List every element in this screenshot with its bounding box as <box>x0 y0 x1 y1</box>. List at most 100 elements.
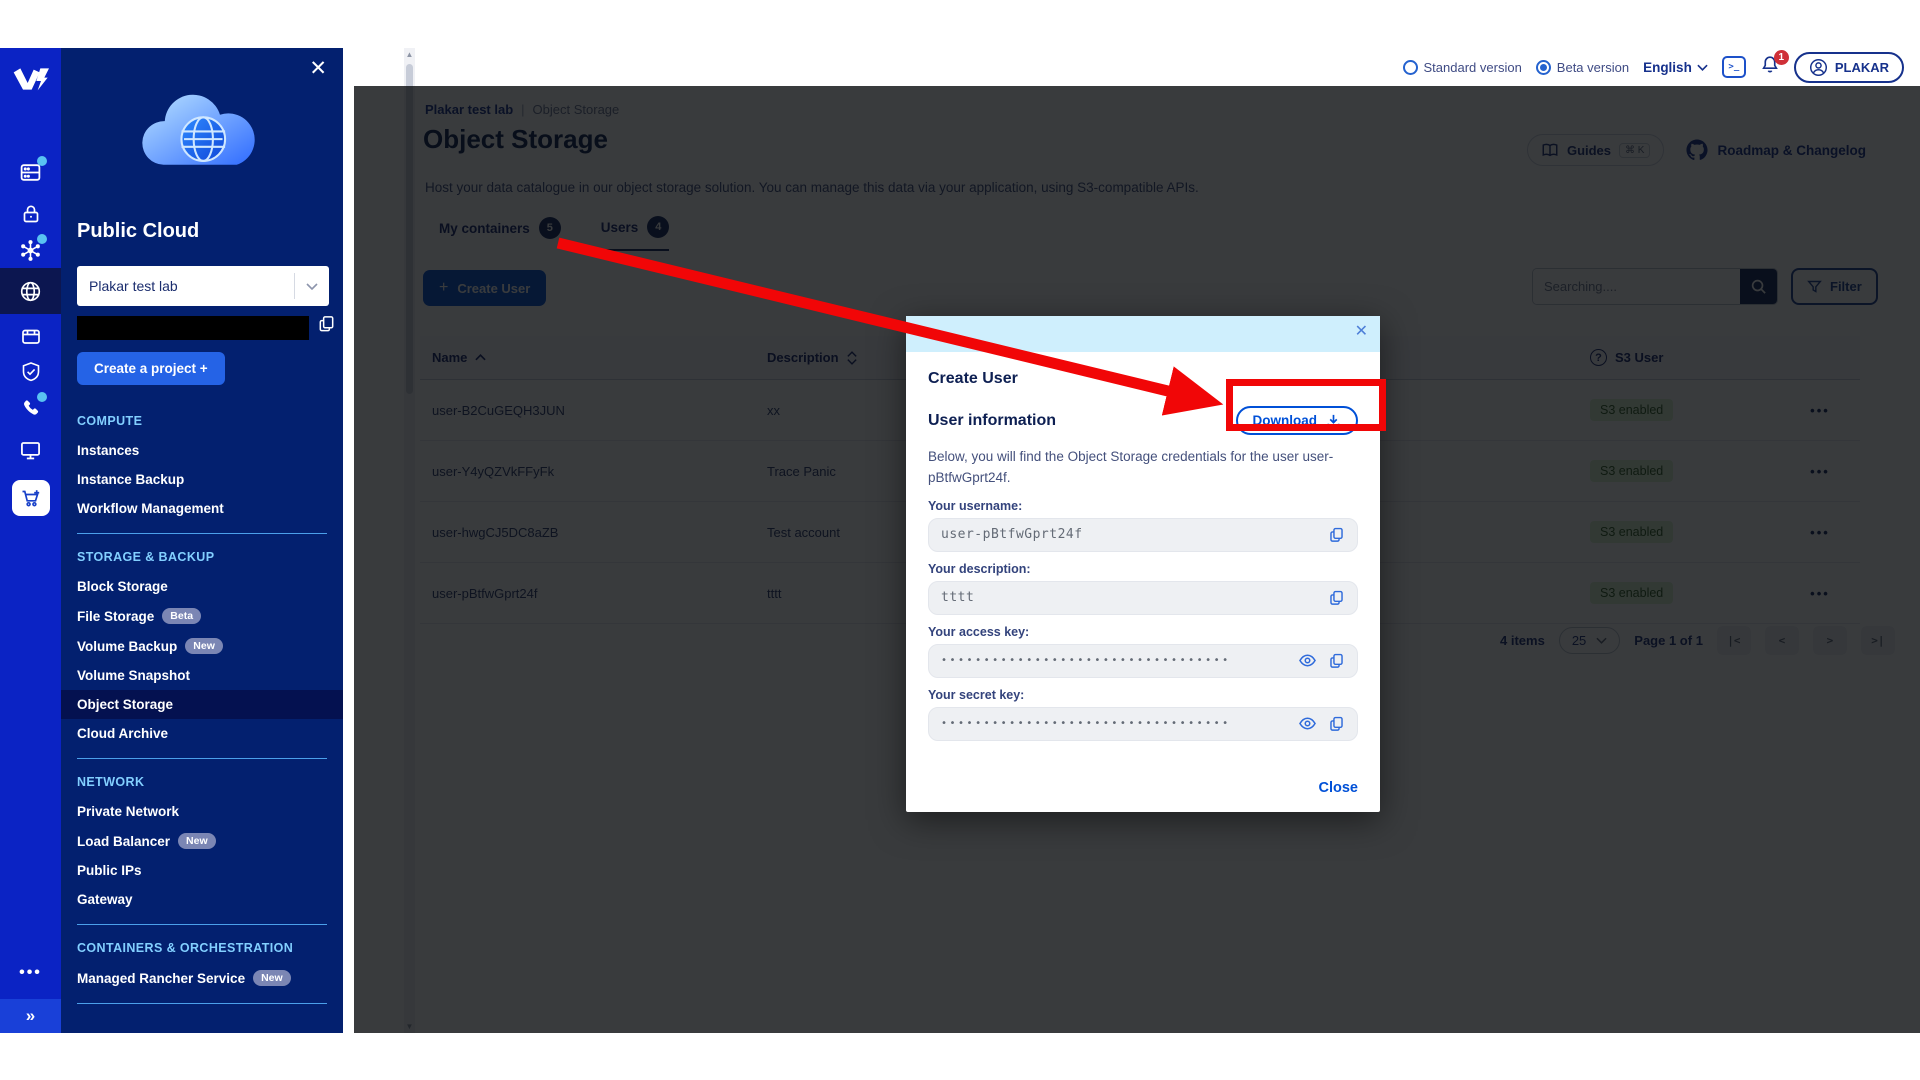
sidebar-nav: COMPUTE Instances Instance Backup Workflow … <box>61 400 343 1006</box>
modal-section-title: User information <box>928 412 1056 430</box>
copy-icon <box>1328 589 1345 606</box>
notification-dot <box>37 156 47 166</box>
public-cloud-illustration <box>61 82 343 186</box>
download-icon <box>1326 413 1341 428</box>
chevron-down-icon <box>295 283 329 290</box>
sidebar-item-cloud-archive[interactable]: Cloud Archive <box>61 719 343 748</box>
copy-icon <box>1328 652 1345 669</box>
sidebar-item-cart[interactable] <box>0 478 61 518</box>
nav-item-label: Block Storage <box>77 579 168 594</box>
sidebar-item-network-hub[interactable] <box>0 230 61 270</box>
reveal-button[interactable] <box>1299 717 1316 730</box>
download-label: Download <box>1253 413 1318 428</box>
credential-field: tttt <box>928 581 1358 615</box>
sidebar-item-load-balancer[interactable]: Load Balancer New <box>61 826 343 856</box>
sidebar-item-instance-backup[interactable]: Instance Backup <box>61 465 343 494</box>
radio-unchecked-icon <box>1403 60 1418 75</box>
sidebar-item-security[interactable] <box>0 194 61 234</box>
sidebar-item-monitor[interactable] <box>0 430 61 470</box>
download-button[interactable]: Download <box>1236 406 1359 435</box>
credential-field: user-pBtfwGprt24f <box>928 518 1358 552</box>
sidebar-item-volume-snapshot[interactable]: Volume Snapshot <box>61 661 343 690</box>
chevrons-right-icon: » <box>26 1006 35 1026</box>
top-header-bar: Standard version Beta version English >_… <box>354 48 1920 86</box>
project-selector[interactable]: Plakar test lab <box>77 266 329 306</box>
copy-button[interactable] <box>1328 589 1345 606</box>
standard-version-radio[interactable]: Standard version <box>1403 60 1522 75</box>
language-label: English <box>1643 60 1692 75</box>
sidebar-item-volume-backup[interactable]: Volume BackupNew <box>61 631 343 661</box>
credential-field: •••••••••••••••••••••••••••••••••• <box>928 644 1358 678</box>
nav-item-label: Private Network <box>77 804 179 819</box>
credential-label: Your secret key: <box>928 688 1358 702</box>
rail-more-button[interactable]: ••• <box>0 953 61 993</box>
nav-item-label: Managed Rancher Service <box>77 971 245 986</box>
notifications-button[interactable]: 1 <box>1760 54 1780 80</box>
account-menu-button[interactable]: PLAKAR <box>1794 52 1904 83</box>
copy-button[interactable] <box>1328 652 1345 669</box>
ovh-logo[interactable] <box>0 48 61 109</box>
sidebar-item-hosting[interactable] <box>0 152 61 192</box>
reveal-button[interactable] <box>1299 654 1316 667</box>
nav-item-label: Object Storage <box>77 697 173 712</box>
credential-value: •••••••••••••••••••••••••••••••••• <box>941 718 1287 729</box>
nav-item-label: Load Balancer <box>77 834 170 849</box>
credential-label: Your username: <box>928 499 1358 513</box>
nav-section-heading: COMPUTE <box>61 400 343 436</box>
sidebar-close-icon[interactable]: ✕ <box>309 58 327 79</box>
copy-icon[interactable] <box>317 314 336 338</box>
nav-divider <box>77 533 327 534</box>
sidebar-item-managed-rancher-service[interactable]: Managed Rancher Service New <box>61 963 343 993</box>
chevron-down-icon <box>1697 64 1708 71</box>
sidebar-item-private-network[interactable]: Private Network <box>61 797 343 826</box>
language-selector[interactable]: English <box>1643 60 1708 75</box>
sidebar-item-phone[interactable] <box>0 388 61 428</box>
nav-divider <box>77 758 327 759</box>
sidebar-item-instances[interactable]: Instances <box>61 436 343 465</box>
project-id-redacted <box>77 316 309 340</box>
eye-icon <box>1299 654 1316 667</box>
credential-value: tttt <box>941 590 1316 605</box>
beta-version-radio[interactable]: Beta version <box>1536 60 1629 75</box>
radio-checked-icon <box>1536 60 1551 75</box>
product-title: Public Cloud <box>77 220 199 243</box>
nav-section-heading: CONTAINERS & ORCHESTRATION <box>61 927 343 963</box>
sidebar-item-file-storage[interactable]: File StorageBeta <box>61 601 343 631</box>
scroll-up-icon[interactable]: ▲ <box>405 50 414 59</box>
sidebar-item-block-storage[interactable]: Block Storage <box>61 572 343 601</box>
credential-value: user-pBtfwGprt24f <box>941 527 1316 542</box>
credential-fields: Your username: user-pBtfwGprt24f Your desc… <box>928 499 1358 741</box>
nav-item-label: Instances <box>77 443 139 458</box>
beta-version-label: Beta version <box>1557 60 1629 75</box>
notification-dot <box>37 234 47 244</box>
app-window: ••• » ✕ <box>0 48 1920 1033</box>
sidebar-item-object-storage[interactable]: Object Storage <box>61 690 343 719</box>
sidebar-item-public-cloud[interactable] <box>0 268 61 314</box>
sidebar-item-workflow-management[interactable]: Workflow Management <box>61 494 343 523</box>
nav-item-label: Volume Snapshot <box>77 668 190 683</box>
copy-button[interactable] <box>1328 526 1345 543</box>
nav-item-label: Workflow Management <box>77 501 224 516</box>
create-project-button[interactable]: Create a project + <box>77 352 225 385</box>
credential-label: Your description: <box>928 562 1358 576</box>
modal-close-icon[interactable]: ✕ <box>1355 324 1368 340</box>
icon-rail: ••• » <box>0 48 61 1033</box>
eye-icon <box>1299 717 1316 730</box>
nav-item-label: Instance Backup <box>77 472 184 487</box>
account-name: PLAKAR <box>1835 60 1889 75</box>
sidebar-item-gateway[interactable]: Gateway <box>61 885 343 914</box>
modal-title: Create User <box>928 370 1358 388</box>
rail-expand-button[interactable]: » <box>0 999 61 1033</box>
terminal-icon[interactable]: >_ <box>1722 56 1746 78</box>
copy-button[interactable] <box>1328 715 1345 732</box>
nav-item-label: Gateway <box>77 892 133 907</box>
modal-close-button[interactable]: Close <box>1319 780 1359 796</box>
sidebar-item-public-ips[interactable]: Public IPs <box>61 856 343 885</box>
sidebar-item-storage-box[interactable] <box>0 316 61 356</box>
nav-item-badge: New <box>178 833 216 849</box>
nav-item-badge: New <box>253 970 291 986</box>
create-user-modal: ✕ Create User User information Download … <box>906 316 1380 812</box>
nav-divider <box>77 1003 327 1004</box>
nav-section-heading: STORAGE & BACKUP <box>61 536 343 572</box>
sidebar-item-shield[interactable] <box>0 352 61 392</box>
